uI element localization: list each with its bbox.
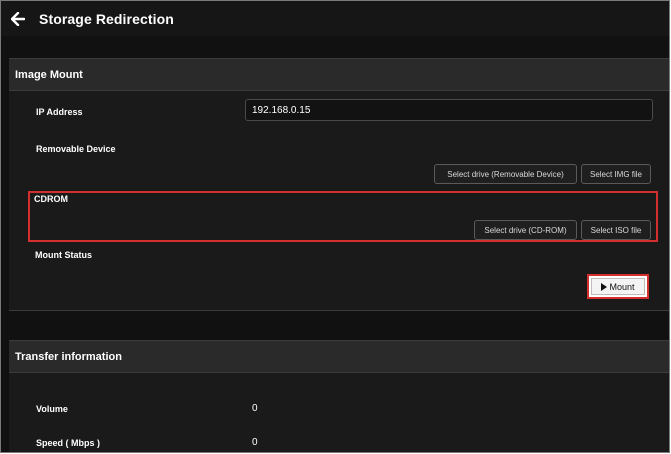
select-removable-drive-button[interactable]: Select drive (Removable Device) [434, 164, 577, 184]
image-mount-header: Image Mount [9, 58, 669, 91]
volume-value: 0 [252, 403, 258, 414]
cdrom-label: CDROM [34, 194, 68, 204]
transfer-info-header: Transfer information [9, 340, 669, 373]
back-arrow-icon[interactable] [7, 8, 29, 30]
transfer-info-title: Transfer information [15, 350, 122, 363]
ip-address-label: IP Address [36, 107, 83, 117]
storage-redirection-window: Storage Redirection Image Mount IP Addre… [0, 0, 670, 453]
volume-label: Volume [36, 404, 68, 414]
select-cdrom-drive-button[interactable]: Select drive (CD-ROM) [474, 220, 577, 240]
mount-button[interactable]: Mount [591, 278, 645, 295]
mount-button-label: Mount [609, 281, 635, 292]
removable-device-label: Removable Device [36, 144, 116, 154]
page-title: Storage Redirection [39, 10, 174, 27]
title-bar: Storage Redirection [1, 1, 669, 36]
mount-status-label: Mount Status [35, 250, 92, 260]
image-mount-title: Image Mount [15, 68, 83, 81]
speed-value: 0 [252, 437, 258, 448]
ip-address-input[interactable] [245, 99, 653, 121]
transfer-info-panel [9, 373, 669, 452]
select-img-file-button[interactable]: Select IMG file [581, 164, 651, 184]
play-icon [601, 282, 608, 291]
select-iso-file-button[interactable]: Select ISO file [581, 220, 651, 240]
speed-label: Speed ( Mbps ) [36, 438, 101, 448]
mount-button-highlight: Mount [587, 274, 649, 299]
